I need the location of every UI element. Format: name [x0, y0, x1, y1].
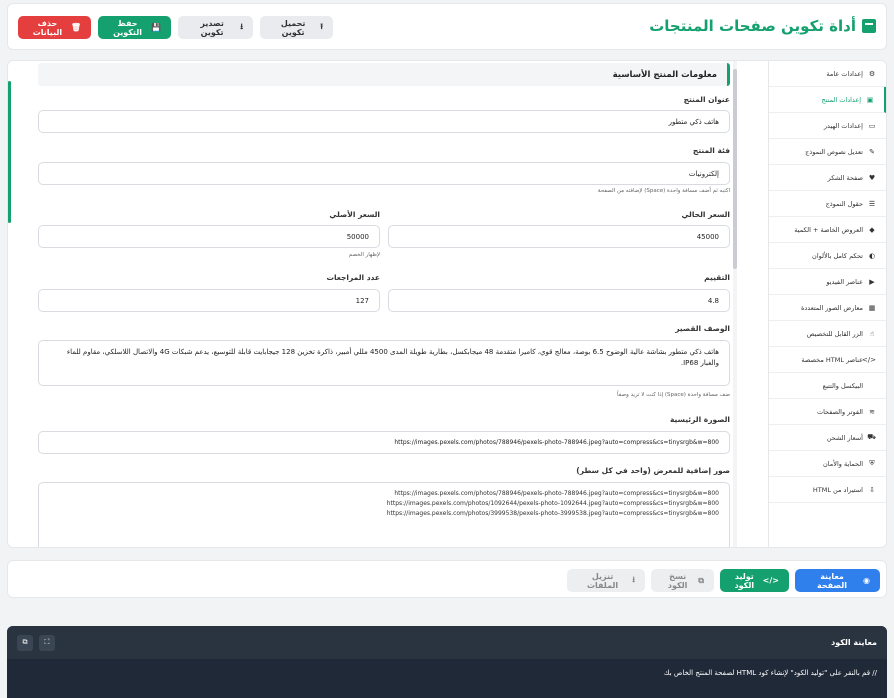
product-title-label: عنوان المنتج	[683, 95, 730, 104]
category-label: فئة المنتج	[692, 146, 730, 155]
rating-input[interactable]: 4.8	[388, 289, 730, 312]
section-title: معلومات المنتج الأساسية	[38, 63, 730, 86]
store-icon	[862, 19, 876, 33]
code-preview: معاينة الكود ⧉ ⛶ // قم بالنقر على "توليد…	[7, 626, 887, 698]
gallery-line: https://images.pexels.com/photos/1092644…	[386, 500, 719, 507]
sidebar-item-galleries[interactable]: ▦ معارض الصور المتعددة	[769, 295, 886, 321]
copy-icon[interactable]: ⧉	[17, 634, 33, 651]
import-icon: ⇩	[869, 485, 875, 494]
gallery-textarea[interactable]: https://images.pexels.com/photos/788946/…	[38, 482, 730, 547]
export-config-button[interactable]: ⭳ تصدير تكوين	[178, 16, 253, 39]
copy-code-button[interactable]: ⧉ نسخ الكود	[651, 569, 714, 592]
sidebar-item-form-fields[interactable]: ☰ حقول النموذج	[769, 191, 886, 217]
sidebar-item-header[interactable]: ▭ إعدادات الهيدر	[769, 113, 886, 139]
code-icon: </>	[861, 355, 876, 364]
eye-icon: ◉	[863, 576, 870, 585]
save-config-button[interactable]: 💾 حفظ التكوين	[98, 16, 171, 39]
download-icon: ⭳	[632, 574, 635, 584]
upload-icon: ⭱	[320, 21, 323, 31]
scroll-indicator	[8, 81, 11, 223]
tag-icon: ◆	[869, 225, 875, 234]
code-tools: ⧉ ⛶	[17, 634, 55, 651]
current-price-label: السعر الحالي	[681, 210, 730, 219]
gear-icon: ⚙	[868, 69, 876, 78]
palette-icon: ◐	[868, 251, 876, 260]
sidebar-item-security[interactable]: ⛨ الحماية والأمان	[769, 451, 886, 477]
category-input[interactable]: إلكترونيات	[38, 162, 730, 185]
action-bar: ◉ معاينة الصفحة </> توليد الكود ⧉ نسخ ال…	[7, 560, 887, 598]
main-image-input[interactable]: https://images.pexels.com/photos/788946/…	[38, 431, 730, 454]
sidebar-item-shipping[interactable]: ⛟ أسعار الشحن	[769, 425, 886, 451]
sidebar-item-general[interactable]: ⚙ إعدادات عامة	[769, 61, 886, 87]
sidebar-item-footer[interactable]: ≋ الفوتر والصفحات	[769, 399, 886, 425]
shield-icon: ⛨	[869, 459, 875, 467]
app-title-wrap: أداة تكوين صفحات المنتجات	[649, 17, 876, 35]
box-icon: ▣	[866, 95, 874, 104]
heart-icon: ♥	[868, 173, 876, 182]
page-title: أداة تكوين صفحات المنتجات	[649, 17, 856, 35]
current-price-input[interactable]: 45000	[388, 225, 730, 248]
gallery-line: https://images.pexels.com/photos/788946/…	[394, 490, 719, 497]
app-header: أداة تكوين صفحات المنتجات 🗑 حذف البيانات…	[7, 3, 887, 50]
code-preview-title: معاينة الكود	[831, 638, 877, 647]
gallery-label: صور إضافية للمعرض (واحد في كل سطر)	[576, 466, 730, 475]
sidebar-item-offers[interactable]: ◆ العروض الخاصة + الكمية	[769, 217, 886, 243]
short-desc-textarea[interactable]: هاتف ذكي متطور بشاشة عالية الوضوح 6.5 بو…	[38, 340, 730, 386]
code-icon: </>	[762, 576, 779, 585]
code-output: // قم بالنقر على "توليد الكود" لإنشاء كو…	[663, 669, 877, 677]
images-icon: ▦	[868, 303, 876, 312]
save-icon: 💾	[151, 23, 161, 32]
product-title-input[interactable]: هاتف ذكي متطور	[38, 110, 730, 133]
sidebar-item-form-texts[interactable]: ✎ تعديل نصوص النموذج	[769, 139, 886, 165]
code-preview-header: معاينة الكود ⧉ ⛶	[7, 626, 887, 659]
original-price-input[interactable]: 50000	[38, 225, 380, 248]
category-hint: اكتبه ثم أضف مسافة واحدة (Space) لإضافته…	[597, 188, 730, 194]
sidebar-item-colors[interactable]: ◐ تحكم كامل بالألوان	[769, 243, 886, 269]
generate-code-button[interactable]: </> توليد الكود	[720, 569, 789, 592]
original-price-label: السعر الأصلي	[329, 210, 380, 219]
play-icon: ▶	[869, 277, 875, 286]
sidebar-item-button[interactable]: ☝ الزر القابل للتخصيص	[769, 321, 886, 347]
short-desc-label: الوصف القصير	[675, 324, 730, 333]
sidebar-item-pixel[interactable]: البيكسل والتتبع	[769, 373, 886, 399]
layers-icon: ≋	[869, 407, 875, 416]
sidebar-item-product[interactable]: ▣ إعدادات المنتج	[769, 87, 886, 113]
header-actions: 🗑 حذف البيانات 💾 حفظ التكوين ⭳ تصدير تكو…	[18, 16, 333, 39]
sidebar-item-import[interactable]: ⇩ استيراد من HTML	[769, 477, 886, 503]
reviews-label: عدد المراجعات	[326, 273, 380, 282]
main-image-label: الصورة الرئيسية	[669, 415, 730, 424]
clear-data-button[interactable]: 🗑 حذف البيانات	[18, 16, 91, 39]
edit-icon: ✎	[869, 147, 875, 156]
load-config-button[interactable]: ⭱ تحميل تكوين	[260, 16, 333, 39]
rating-label: التقييم	[704, 273, 730, 282]
short-desc-hint: ضف مسافة واحدة (Space) إذا كنت لا تريد و…	[617, 392, 730, 398]
list-icon: ☰	[868, 199, 876, 208]
download-files-button[interactable]: ⭳ تنزيل الملفات	[567, 569, 645, 592]
download-icon: ⭳	[240, 21, 243, 31]
trash-icon: 🗑	[70, 23, 81, 32]
preview-page-button[interactable]: ◉ معاينة الصفحة	[795, 569, 880, 592]
settings-sidebar: ⚙ إعدادات عامة ▣ إعدادات المنتج ▭ إعدادات ا…	[768, 61, 886, 547]
sidebar-item-html[interactable]: </> عناصر HTML مخصصة	[769, 347, 886, 373]
copy-icon: ⧉	[698, 575, 704, 585]
sidebar-item-video[interactable]: ▶ عناصر الفيديو	[769, 269, 886, 295]
action-buttons: ◉ معاينة الصفحة </> توليد الكود ⧉ نسخ ال…	[567, 569, 880, 592]
reviews-input[interactable]: 127	[38, 289, 380, 312]
pointer-icon: ☝	[869, 329, 875, 338]
fullscreen-icon[interactable]: ⛶	[39, 634, 55, 651]
content-scrollbar-thumb[interactable]	[733, 69, 737, 269]
main-panel: ⚙ إعدادات عامة ▣ إعدادات المنتج ▭ إعدادات ا…	[7, 60, 887, 548]
truck-icon: ⛟	[867, 433, 876, 441]
header-icon: ▭	[868, 121, 876, 130]
sidebar-item-thanks[interactable]: ♥ صفحة الشكر	[769, 165, 886, 191]
original-price-hint: لإظهار الخصم	[348, 252, 380, 258]
gallery-line: https://images.pexels.com/photos/3999538…	[386, 510, 719, 517]
